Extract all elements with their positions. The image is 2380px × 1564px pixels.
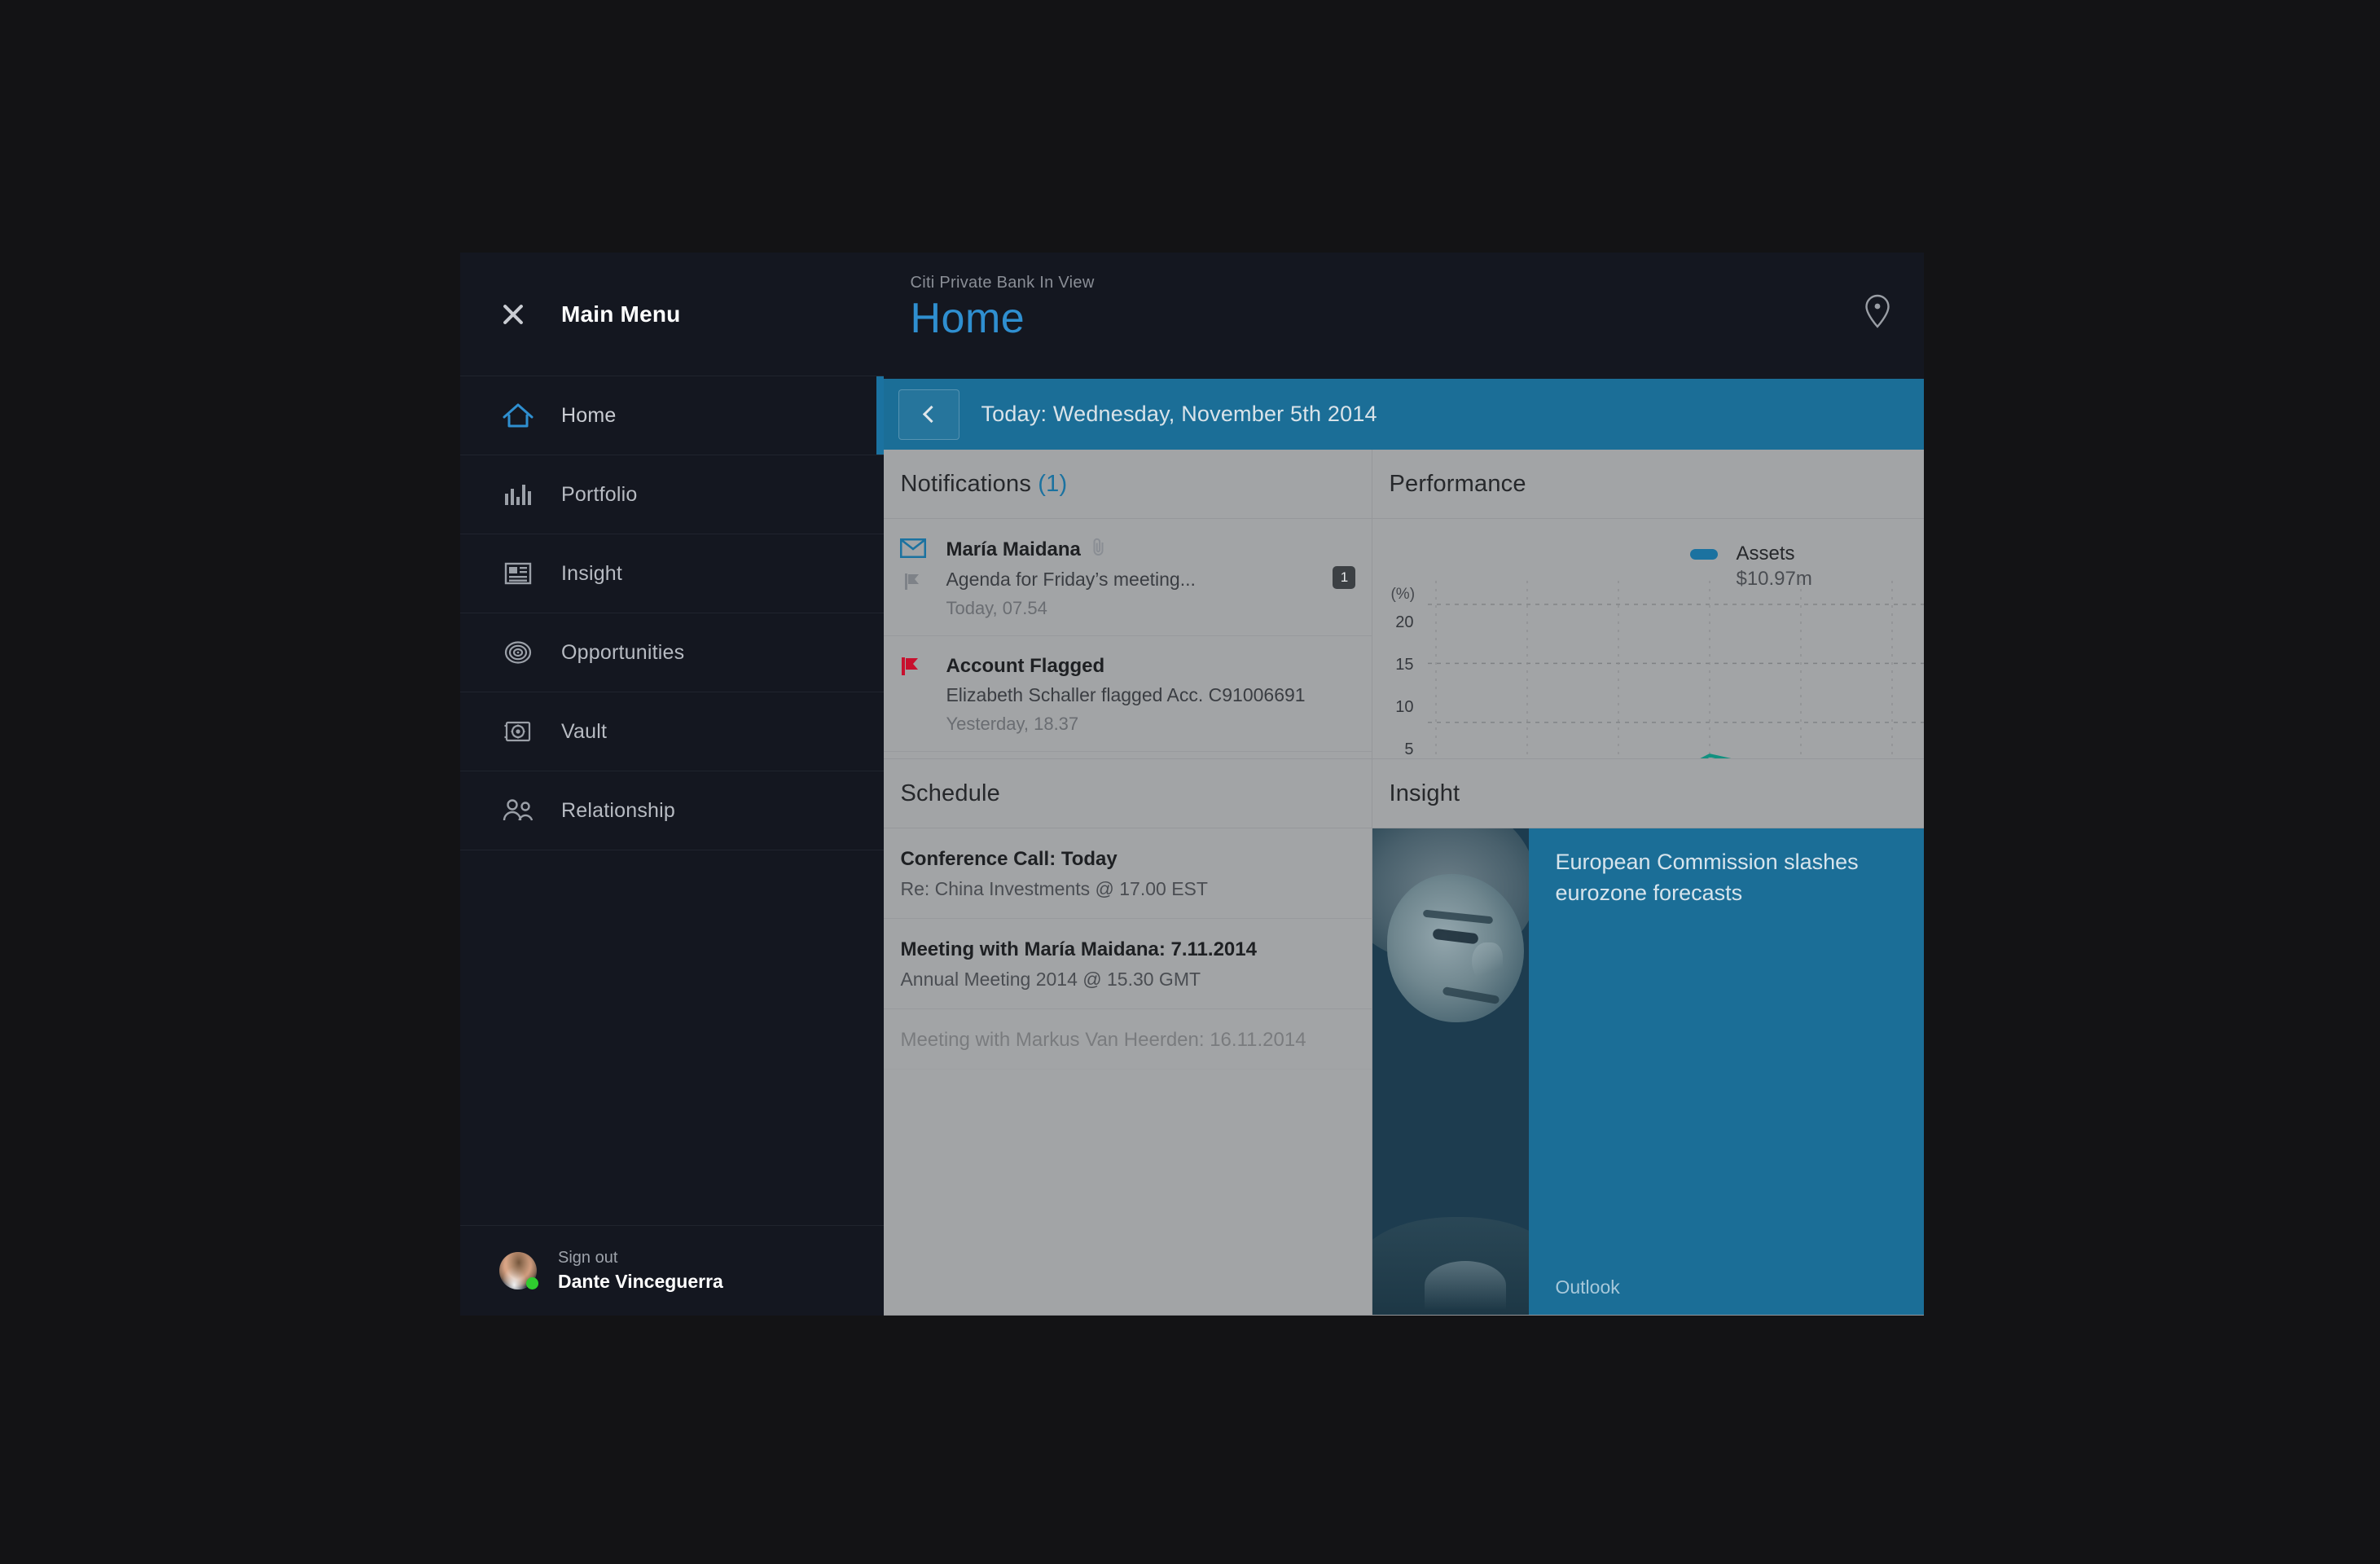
date-navigation-bar: Today: Wednesday, November 5th 2014 <box>884 379 1924 450</box>
status-badge: 1 <box>1333 566 1356 589</box>
breadcrumb: Citi Private Bank In View <box>910 274 1095 292</box>
online-status-dot <box>526 1277 538 1289</box>
sidebar-item-home[interactable]: Home <box>460 376 885 455</box>
page-title: Home <box>910 295 1025 342</box>
app-window: Main Menu Home Portfolio Insight Opportu… <box>460 253 1924 1316</box>
legend-swatch-assets <box>1690 549 1719 560</box>
schedule-item-detail: Annual Meeting 2014 @ 15.30 GMT <box>900 969 1201 991</box>
dashboard-panel-grid: Notifications (1) María Maidana Agenda f… <box>884 450 1924 1316</box>
close-icon[interactable] <box>499 301 527 328</box>
notification-sender: María Maidana <box>946 538 1081 560</box>
user-name: Dante Vinceguerra <box>558 1270 723 1292</box>
sidebar-item-label: Portfolio <box>561 482 638 506</box>
schedule-panel: Schedule Conference Call: Today Re: Chin… <box>884 759 1373 1316</box>
chevron-left-icon <box>922 405 941 424</box>
sidebar-item-label: Home <box>561 403 617 427</box>
notification-title: Account Flagged <box>946 654 1355 679</box>
notification-icons <box>900 654 946 681</box>
legend-label-assets: Assets <box>1736 543 1795 565</box>
schedule-item-title: Conference Call: Today <box>900 848 1118 870</box>
main-menu-header[interactable]: Main Menu <box>460 253 885 376</box>
paperclip-icon <box>1091 537 1107 563</box>
list-item[interactable]: Account Flagged Elizabeth Schaller flagg… <box>884 636 1372 752</box>
performance-header: Performance <box>1372 450 1924 519</box>
flag-icon <box>903 572 923 595</box>
sidebar-item-insight[interactable]: Insight <box>460 534 885 613</box>
avatar <box>499 1252 538 1289</box>
list-item[interactable]: Meeting with Markus Van Heerden: 16.11.2… <box>884 1009 1372 1070</box>
schedule-list[interactable]: Conference Call: Today Re: China Investm… <box>884 828 1372 1315</box>
previous-day-button[interactable] <box>898 389 960 440</box>
sidebar-item-opportunities[interactable]: Opportunities <box>460 613 885 692</box>
bar-chart-icon <box>499 478 537 511</box>
main-menu-label: Main Menu <box>561 301 681 327</box>
schedule-item-detail: Re: China Investments @ 17.00 EST <box>900 878 1208 900</box>
location-pin-icon[interactable] <box>1864 293 1891 333</box>
list-item[interactable]: María Maidana Agenda for Friday’s meetin… <box>884 519 1372 636</box>
chart-gridlines <box>1428 581 1924 758</box>
notifications-title: Notifications (1) <box>900 471 1067 498</box>
chart-series <box>1700 753 1732 758</box>
notifications-panel: Notifications (1) María Maidana Agenda f… <box>884 450 1373 759</box>
notifications-header: Notifications (1) <box>884 450 1372 519</box>
sidebar-item-label: Vault <box>561 719 608 743</box>
notifications-title-text: Notifications <box>900 470 1032 497</box>
list-item[interactable]: Conference Call: Today Re: China Investm… <box>884 828 1372 920</box>
sidebar-item-relationship[interactable]: Relationship <box>460 771 885 850</box>
main-content: Citi Private Bank In View Home Today: We… <box>884 253 1924 1316</box>
sign-out-row[interactable]: Sign out Dante Vinceguerra <box>460 1226 884 1316</box>
page-header: Citi Private Bank In View Home <box>884 253 1924 379</box>
notification-title: María Maidana <box>946 537 1355 563</box>
article-photo <box>1372 828 1530 1315</box>
sidebar-item-vault[interactable]: Vault <box>460 692 885 771</box>
notification-time: Yesterday, 18.37 <box>946 713 1079 734</box>
sidebar-item-label: Relationship <box>561 798 675 822</box>
current-date-label: Today: Wednesday, November 5th 2014 <box>981 402 1377 426</box>
home-icon <box>499 399 537 432</box>
performance-title: Performance <box>1389 470 1526 497</box>
y-tick-label: 5 <box>1404 740 1414 758</box>
y-tick-label: 15 <box>1395 656 1414 674</box>
performance-chart[interactable]: Assets $10.97m (%) 20 15 10 5 0 -5 Jan 1… <box>1372 519 1924 758</box>
article-category: Outlook <box>1555 1276 1620 1298</box>
list-item[interactable]: Transaction Complete $10,000 Wire Transf… <box>884 752 1372 759</box>
insight-panel: Insight European Commission slashes euro… <box>1372 759 1924 1316</box>
insight-title: Insight <box>1389 780 1460 806</box>
sidebar-item-label: Opportunities <box>561 640 685 664</box>
y-tick-label: 10 <box>1395 698 1414 716</box>
insight-article-card[interactable]: European Commission slashes eurozone for… <box>1372 828 1924 1315</box>
insight-header: Insight <box>1372 759 1924 828</box>
notification-subject: Agenda for Friday’s meeting... <box>946 569 1196 590</box>
notifications-list[interactable]: María Maidana Agenda for Friday’s meetin… <box>884 519 1372 758</box>
article-headline: European Commission slashes eurozone for… <box>1555 850 1859 906</box>
schedule-item-title: Meeting with María Maidana: 7.11.2014 <box>900 938 1257 961</box>
notification-icons <box>900 537 946 595</box>
chart-plot-area <box>1428 581 1924 758</box>
news-card-icon <box>499 557 537 590</box>
schedule-title: Schedule <box>900 780 1000 806</box>
list-item[interactable]: Meeting with María Maidana: 7.11.2014 An… <box>884 919 1372 1010</box>
schedule-item-title: Meeting with Markus Van Heerden: 16.11.2… <box>900 1029 1306 1052</box>
schedule-header: Schedule <box>884 759 1372 828</box>
notifications-count: (1) <box>1038 470 1068 497</box>
notification-time: Today, 07.54 <box>946 597 1047 618</box>
red-flag-icon <box>900 656 924 681</box>
performance-chart-body: Assets $10.97m (%) 20 15 10 5 0 -5 Jan 1… <box>1372 519 1924 758</box>
y-axis-unit-label: (%) <box>1390 586 1416 603</box>
people-icon <box>499 794 537 827</box>
insight-body: European Commission slashes eurozone for… <box>1372 828 1924 1315</box>
sidebar-item-portfolio[interactable]: Portfolio <box>460 455 885 534</box>
performance-panel: Performance Assets $10.97m (%) 20 15 10 … <box>1372 450 1924 759</box>
sidebar-spacer <box>460 850 885 1226</box>
y-tick-label: 20 <box>1395 613 1414 631</box>
target-icon <box>499 636 537 669</box>
notification-subject: Elizabeth Schaller flagged Acc. C9100669… <box>946 683 1306 705</box>
sign-out-label[interactable]: Sign out <box>558 1247 723 1269</box>
sidebar-item-label: Insight <box>561 561 623 585</box>
vault-icon <box>499 715 537 748</box>
notification-sender: Account Flagged <box>946 654 1105 677</box>
main-menu-sidebar: Main Menu Home Portfolio Insight Opportu… <box>460 253 885 1316</box>
envelope-icon <box>900 538 927 562</box>
